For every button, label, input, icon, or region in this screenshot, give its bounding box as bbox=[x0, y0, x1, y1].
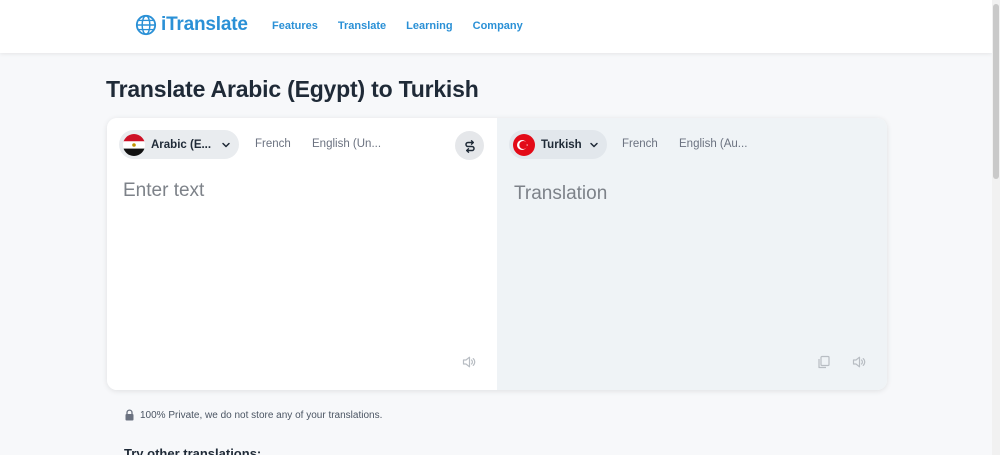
privacy-note: 100% Private, we do not store any of you… bbox=[124, 409, 382, 421]
scrollbar-thumb[interactable] bbox=[993, 4, 999, 179]
chevron-down-icon bbox=[590, 142, 598, 147]
page-scrollbar[interactable] bbox=[992, 0, 1000, 455]
nav-translate[interactable]: Translate bbox=[338, 20, 386, 32]
top-header: iTranslate Features Translate Learning C… bbox=[0, 0, 992, 53]
source-language-select[interactable]: Arabic (E... bbox=[119, 130, 239, 159]
turkey-flag-icon bbox=[513, 133, 535, 156]
target-option-english[interactable]: English (Au... bbox=[679, 138, 747, 150]
swap-languages-button[interactable] bbox=[455, 131, 484, 160]
target-pane: Turkish French English (Au... Translatio… bbox=[497, 118, 887, 390]
source-pane: Arabic (E... French English (Un... bbox=[107, 118, 497, 390]
source-option-french[interactable]: French bbox=[255, 138, 291, 150]
page-title: Translate Arabic (Egypt) to Turkish bbox=[106, 76, 479, 102]
egypt-flag-icon bbox=[123, 133, 145, 156]
chevron-down-icon bbox=[222, 142, 230, 147]
nav-company[interactable]: Company bbox=[473, 20, 523, 32]
logo[interactable]: iTranslate bbox=[135, 14, 248, 36]
globe-icon bbox=[135, 14, 157, 36]
source-option-english[interactable]: English (Un... bbox=[312, 138, 381, 150]
translation-output: Translation bbox=[514, 183, 608, 204]
privacy-text: 100% Private, we do not store any of you… bbox=[140, 409, 383, 421]
translator-card: Arabic (E... French English (Un... Enter… bbox=[107, 118, 887, 390]
target-language-select[interactable]: Turkish bbox=[509, 130, 607, 159]
target-language-label: Turkish bbox=[541, 138, 582, 151]
main-nav: Features Translate Learning Company bbox=[272, 20, 523, 32]
swap-icon bbox=[464, 139, 475, 153]
lock-icon bbox=[125, 409, 134, 421]
nav-features[interactable]: Features bbox=[272, 20, 318, 32]
source-language-label: Arabic (E... bbox=[151, 138, 212, 151]
speaker-icon[interactable] bbox=[461, 354, 477, 370]
logo-text: iTranslate bbox=[161, 14, 248, 35]
target-option-french[interactable]: French bbox=[622, 138, 658, 150]
other-translations-heading: Try other translations: bbox=[124, 446, 262, 455]
nav-learning[interactable]: Learning bbox=[406, 20, 452, 32]
speaker-icon[interactable] bbox=[851, 354, 867, 370]
source-text-input[interactable] bbox=[123, 180, 483, 350]
copy-icon[interactable] bbox=[816, 354, 832, 370]
